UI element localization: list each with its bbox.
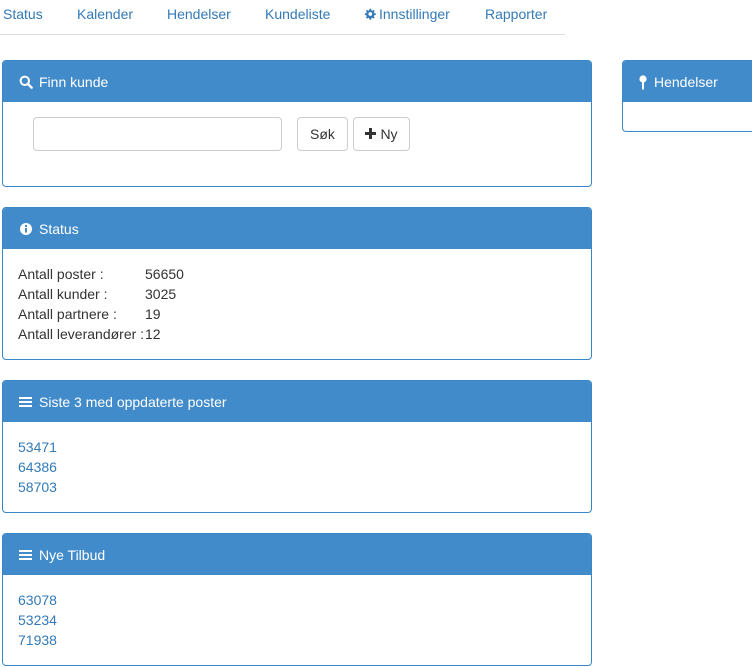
tilbud-panel: Nye Tilbud 63078 53234 71938 — [2, 533, 592, 666]
list-icon — [19, 395, 33, 409]
status-panel: Status Antall poster : 56650 Antall kund… — [2, 207, 592, 360]
siste-link[interactable]: 64386 — [18, 457, 57, 477]
siste-title: Siste 3 med oppdaterte poster — [39, 393, 227, 410]
stat-label: Antall poster : — [18, 266, 104, 282]
list-icon — [19, 548, 33, 562]
new-button[interactable]: Ny — [353, 117, 410, 151]
status-heading: Status — [3, 208, 591, 249]
stat-value: 3025 — [145, 286, 177, 302]
tilbud-title: Nye Tilbud — [39, 546, 106, 563]
nav-kalender[interactable]: Kalender — [77, 6, 133, 22]
stat-label: Antall leverandører : — [18, 326, 145, 342]
nav-status[interactable]: Status — [3, 6, 43, 22]
stat-value: 12 — [145, 326, 161, 342]
siste-link[interactable]: 58703 — [18, 477, 57, 497]
siste-heading: Siste 3 med oppdaterte poster — [3, 381, 591, 422]
hendelser-panel: Hendelser — [622, 60, 752, 132]
finn-kunde-panel: Finn kunde Søk Ny — [2, 60, 592, 187]
siste-panel: Siste 3 med oppdaterte poster 53471 6438… — [2, 380, 592, 513]
nav-rapporter[interactable]: Rapporter — [485, 6, 547, 22]
tilbud-link[interactable]: 63078 — [18, 590, 57, 610]
pushpin-icon — [638, 74, 648, 89]
search-icon — [19, 75, 33, 89]
finn-kunde-title: Finn kunde — [39, 73, 109, 90]
nav-innstillinger-label: Innstillinger — [379, 6, 450, 22]
new-button-label: Ny — [380, 126, 398, 142]
nav-hendelser[interactable]: Hendelser — [167, 6, 231, 22]
tilbud-link[interactable]: 71938 — [18, 630, 57, 650]
nav-innstillinger[interactable]: Innstillinger — [364, 6, 450, 23]
top-nav: Status Kalender Hendelser Kundeliste Inn… — [0, 0, 565, 35]
tilbud-heading: Nye Tilbud — [3, 534, 591, 575]
hendelser-heading: Hendelser — [623, 61, 752, 102]
info-icon — [19, 222, 33, 236]
siste-link[interactable]: 53471 — [18, 437, 57, 457]
search-button[interactable]: Søk — [297, 117, 348, 151]
stat-label: Antall partnere : — [18, 306, 117, 322]
tilbud-link[interactable]: 53234 — [18, 610, 57, 630]
nav-kundeliste[interactable]: Kundeliste — [265, 6, 330, 22]
stat-value: 56650 — [145, 266, 184, 282]
hendelser-title: Hendelser — [654, 73, 718, 90]
plus-icon — [365, 126, 377, 142]
gear-icon — [364, 7, 376, 23]
finn-kunde-heading: Finn kunde — [3, 61, 591, 102]
status-title: Status — [39, 220, 79, 237]
stat-label: Antall kunder : — [18, 286, 108, 302]
stat-value: 19 — [145, 306, 161, 322]
search-input[interactable] — [33, 117, 282, 151]
